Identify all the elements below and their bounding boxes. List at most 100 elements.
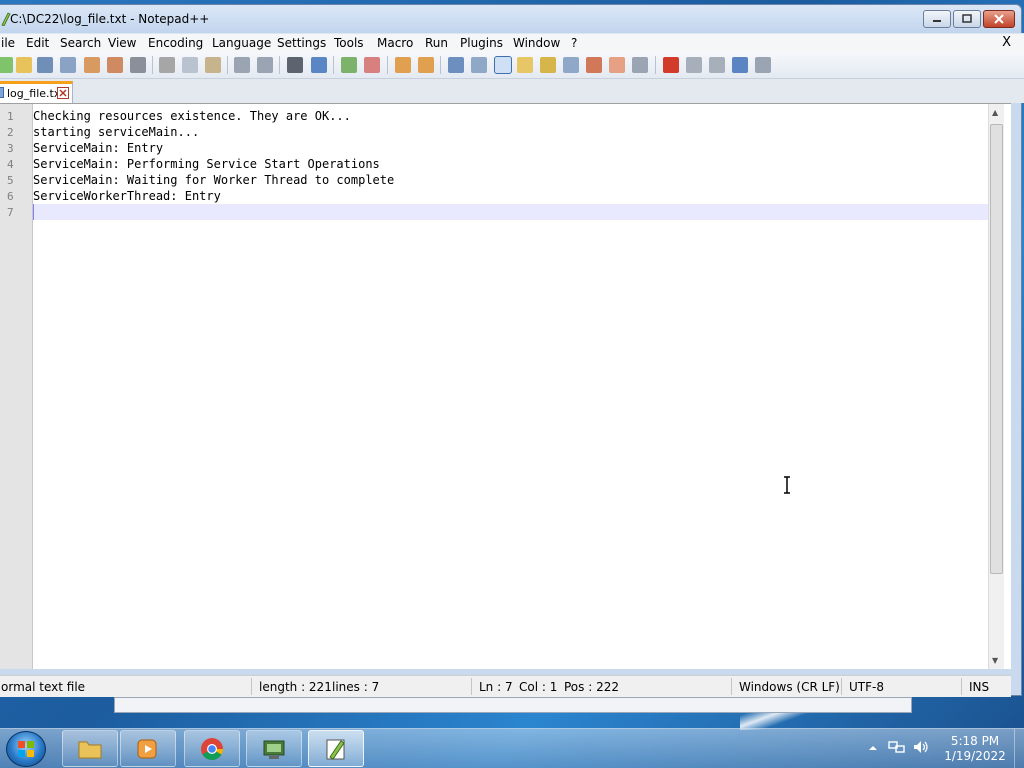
save-all-icon[interactable] xyxy=(60,57,76,73)
taskbar-network-app[interactable] xyxy=(246,730,302,767)
line-number: 7 xyxy=(7,206,14,219)
cut-icon[interactable] xyxy=(159,57,175,73)
status-insert-mode[interactable]: INS xyxy=(969,680,989,694)
code-line[interactable]: Checking resources existence. They are O… xyxy=(33,108,989,124)
open-folder-icon[interactable] xyxy=(609,57,625,73)
user-language-icon[interactable] xyxy=(517,57,533,73)
maximize-button[interactable] xyxy=(953,10,981,28)
menu-bar: ile Edit Search View Encoding Language S… xyxy=(0,33,1024,51)
menu-tools[interactable]: Tools xyxy=(334,36,364,50)
toolbar-separator xyxy=(152,56,153,74)
menu-search[interactable]: Search xyxy=(60,36,101,50)
menu-plugins[interactable]: Plugins xyxy=(460,36,503,50)
network-icon[interactable] xyxy=(888,739,906,755)
code-line[interactable]: ServiceMain: Entry xyxy=(33,140,989,156)
volume-icon[interactable] xyxy=(912,739,930,755)
minimize-icon xyxy=(933,20,941,22)
taskbar-notepadpp[interactable] xyxy=(308,730,364,767)
close-button[interactable] xyxy=(983,10,1015,28)
status-separator xyxy=(251,678,252,695)
close-file-icon[interactable] xyxy=(84,57,100,73)
text-caret xyxy=(33,204,34,220)
save-icon[interactable] xyxy=(37,57,53,73)
play-macro-icon[interactable] xyxy=(709,57,725,73)
menu-edit[interactable]: Edit xyxy=(26,36,49,50)
status-eol[interactable]: Windows (CR LF) xyxy=(739,680,840,694)
notepadpp-icon xyxy=(326,739,345,760)
paste-icon[interactable] xyxy=(205,57,221,73)
sync-vertical-icon[interactable] xyxy=(395,57,411,73)
text-area[interactable]: Checking resources existence. They are O… xyxy=(33,104,989,669)
code-line[interactable]: ServiceMain: Waiting for Worker Thread t… xyxy=(33,172,989,188)
run-macro-multiple-icon[interactable] xyxy=(732,57,748,73)
system-clock[interactable]: 5:18 PM 1/19/2022 xyxy=(936,734,1014,764)
status-separator xyxy=(731,678,732,695)
print-icon[interactable] xyxy=(130,57,146,73)
status-file-type: ormal text file xyxy=(1,680,86,694)
code-line[interactable]: starting serviceMain... xyxy=(33,124,989,140)
open-file-icon[interactable] xyxy=(16,57,32,73)
folder-workspace-icon[interactable] xyxy=(586,57,602,73)
toolbar-separator xyxy=(279,56,280,74)
record-macro-icon[interactable] xyxy=(663,57,679,73)
copy-icon[interactable] xyxy=(182,57,198,73)
network-monitor-icon xyxy=(263,740,285,759)
menu-help[interactable]: ? xyxy=(571,36,577,50)
zoom-out-icon[interactable] xyxy=(364,57,380,73)
function-list-icon[interactable] xyxy=(563,57,579,73)
word-wrap-icon[interactable] xyxy=(448,57,464,73)
find-icon[interactable] xyxy=(287,57,303,73)
close-all-icon[interactable] xyxy=(107,57,123,73)
background-window[interactable] xyxy=(114,697,912,713)
line-number: 6 xyxy=(7,190,14,203)
sync-horizontal-icon[interactable] xyxy=(418,57,434,73)
menu-file[interactable]: ile xyxy=(1,36,15,50)
status-separator xyxy=(841,678,842,695)
code-line[interactable]: ServiceMain: Performing Service Start Op… xyxy=(33,156,989,172)
scrollbar-thumb[interactable] xyxy=(990,124,1003,574)
show-desktop-button[interactable] xyxy=(1014,729,1024,768)
menu-view[interactable]: View xyxy=(108,36,136,50)
title-bar[interactable]: C:\DC22\log_file.txt - Notepad++ xyxy=(0,5,1021,33)
line-number-gutter: 1 2 3 4 5 6 7 xyxy=(0,104,33,669)
start-button[interactable] xyxy=(6,731,46,767)
windows-logo-icon xyxy=(18,741,34,757)
undo-icon[interactable] xyxy=(234,57,250,73)
monitoring-eye-icon[interactable] xyxy=(632,57,648,73)
taskbar-media-player[interactable] xyxy=(120,730,176,767)
menu-macro[interactable]: Macro xyxy=(377,36,413,50)
stop-macro-icon[interactable] xyxy=(686,57,702,73)
scroll-down-icon[interactable]: ▼ xyxy=(992,656,998,665)
menu-settings[interactable]: Settings xyxy=(277,36,326,50)
taskbar-explorer[interactable] xyxy=(62,730,118,767)
save-macro-icon[interactable] xyxy=(755,57,771,73)
new-file-icon[interactable] xyxy=(0,57,13,73)
document-map-icon[interactable] xyxy=(540,57,556,73)
scroll-up-icon[interactable]: ▲ xyxy=(992,108,998,117)
status-line-number: Ln : 7 xyxy=(479,680,513,694)
minimize-button[interactable] xyxy=(923,10,951,28)
taskbar-chrome[interactable] xyxy=(184,730,240,767)
indent-guide-icon[interactable] xyxy=(494,56,512,74)
menu-language[interactable]: Language xyxy=(212,36,271,50)
tab-log-file[interactable]: log_file.txt xyxy=(0,81,73,103)
code-line[interactable]: ServiceWorkerThread: Entry xyxy=(33,188,989,204)
tab-label: log_file.txt xyxy=(7,87,65,100)
close-document-button[interactable]: X xyxy=(1002,35,1011,50)
status-separator xyxy=(961,678,962,695)
replace-icon[interactable] xyxy=(311,57,327,73)
tab-close-button[interactable] xyxy=(57,87,69,99)
status-length: length : 221 xyxy=(259,680,332,694)
show-hidden-icons-icon[interactable] xyxy=(868,743,878,753)
menu-run[interactable]: Run xyxy=(425,36,448,50)
toolbar xyxy=(0,51,1024,79)
status-encoding[interactable]: UTF-8 xyxy=(849,680,884,694)
menu-encoding[interactable]: Encoding xyxy=(148,36,203,50)
redo-icon[interactable] xyxy=(257,57,273,73)
current-line[interactable] xyxy=(33,204,989,220)
menu-window[interactable]: Window xyxy=(513,36,560,50)
zoom-in-icon[interactable] xyxy=(341,57,357,73)
clock-time: 5:18 PM xyxy=(950,734,1000,748)
show-all-chars-icon[interactable] xyxy=(471,57,487,73)
vertical-scrollbar[interactable]: ▲ ▼ xyxy=(988,104,1004,669)
